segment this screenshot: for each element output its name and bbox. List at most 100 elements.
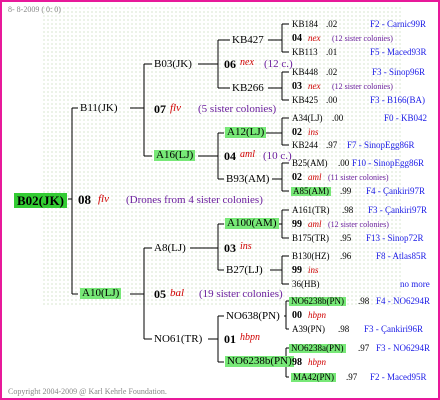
g4-r5-year: 03	[292, 81, 302, 92]
root-year: 08	[78, 192, 91, 207]
g4-r8-race: ins	[308, 127, 319, 137]
g4-r7-code: F0 - KB042	[384, 113, 428, 123]
g4-r1-code: F2 - Carnic99R	[370, 19, 426, 29]
g4-r18-extra: no more	[400, 279, 430, 289]
pedigree-panel: 8- 8-2009 ( 0: 0) B02(JK) 08 flv (Drones…	[0, 0, 440, 400]
mother-queen[interactable]: A10(LJ)	[80, 288, 122, 299]
g4-r2-note: (12 sister colonies)	[332, 34, 393, 43]
root-note: (Drones from 4 sister colonies)	[126, 194, 263, 206]
father-queen[interactable]: B11(JK)	[80, 103, 117, 114]
g4-r20-race: hbpn	[308, 310, 326, 320]
mm-queen[interactable]: NO61(TR)	[154, 334, 202, 345]
fm-queen[interactable]: A16(LJ)	[154, 150, 196, 161]
g4-r22-score: .97	[358, 343, 370, 353]
g4-r13-score: .98	[342, 205, 354, 215]
g4-r14-race: aml	[308, 219, 322, 229]
mf-queen[interactable]: A8(LJ)	[154, 243, 186, 254]
g4-r12-score: .99	[340, 186, 352, 196]
g4-r11-note: (11 sister colonies)	[328, 173, 389, 182]
g4-r23-year: 98	[292, 357, 302, 368]
g4-r16-code: F8 - Atlas85R	[376, 251, 427, 261]
g4-r12-code: F4 - Çankiri97R	[366, 186, 426, 196]
date-stamp: 8- 8-2009 ( 0: 0)	[8, 5, 61, 14]
mf-year: 03	[224, 241, 236, 255]
g4-r9-id[interactable]: KB244	[292, 141, 318, 150]
g4-r19-code: F4 - NO6294R	[376, 296, 431, 306]
g4-r4-code: F3 - Sinop96R	[372, 67, 426, 77]
fff-queen[interactable]: KB427	[232, 35, 264, 46]
g4-r10-code: F10 - SinopEgg86R	[352, 158, 425, 168]
g4-r18-id[interactable]: 36(HB)	[292, 280, 320, 289]
ff-year: 06	[224, 57, 236, 71]
g4-r19-score: .98	[358, 296, 370, 306]
g4-r3-id[interactable]: KB113	[292, 48, 318, 57]
mm-race: hbpn	[240, 332, 260, 343]
g4-r15-id[interactable]: B175(TR)	[292, 234, 329, 243]
g4-r6-code: F3 - B166(BA)	[370, 95, 426, 105]
root-race: flv	[98, 193, 109, 205]
mmm-queen[interactable]: NO6238b(PN)	[225, 356, 294, 367]
g4-r22-code: F3 - NO6294R	[376, 343, 431, 353]
g4-r16-score: .96	[340, 251, 352, 261]
g4-r3-code: F5 - Maced93R	[370, 47, 427, 57]
g4-r10-score: .00	[338, 158, 350, 168]
g4-r1-score: .02	[326, 19, 338, 29]
g4-r24-score: .97	[346, 372, 358, 382]
mother-note: (19 sister colonies)	[199, 288, 283, 300]
father-year: 07	[154, 102, 166, 116]
mff-queen[interactable]: A100(AM)	[225, 218, 279, 229]
mother-race: bal	[170, 287, 185, 299]
g4-r2-year: 04	[292, 33, 302, 44]
g4-r6-score: .00	[326, 95, 338, 105]
ff-note: (12 c.)	[264, 58, 293, 70]
fmm-queen[interactable]: B93(AM)	[226, 174, 269, 185]
g4-r9-score: .97	[326, 140, 338, 150]
g4-r14-note: (12 sister colonies)	[328, 220, 389, 229]
copyright-footer: Copyright 2004-2009 @ Karl Kehrle Founda…	[8, 387, 167, 396]
ffm-queen[interactable]: KB266	[232, 83, 264, 94]
g4-r1-id[interactable]: KB184	[292, 20, 318, 29]
g4-r21-score: .98	[338, 324, 350, 334]
g4-r5-race: nex	[308, 81, 321, 91]
g4-r17-race: ins	[308, 265, 319, 275]
g4-r7-id[interactable]: A34(LJ)	[292, 114, 323, 123]
g4-r21-id[interactable]: A39(PN)	[292, 325, 325, 334]
mother-year: 05	[154, 287, 166, 301]
fm-year: 04	[224, 149, 236, 163]
ff-race: nex	[240, 57, 254, 68]
g4-r24-id[interactable]: MA42(PN)	[291, 373, 337, 382]
g4-r13-id[interactable]: A161(TR)	[292, 206, 330, 215]
g4-r13-code: F3 - Çankiri97R	[368, 205, 428, 215]
father-note: (5 sister colonies)	[198, 103, 277, 115]
mmf-queen[interactable]: NO638(PN)	[226, 311, 280, 322]
fmf-queen[interactable]: A12(LJ)	[225, 127, 267, 138]
fm-race: aml	[240, 149, 255, 160]
g4-r19-id[interactable]: NO6238b(PN)	[289, 297, 346, 306]
g4-r22-id[interactable]: NO6238a(PN)	[289, 344, 346, 353]
fm-note: (10 c.)	[263, 150, 292, 162]
g4-r15-score: .95	[340, 233, 352, 243]
g4-r4-id[interactable]: KB448	[292, 68, 318, 77]
g4-r17-year: 99	[292, 265, 302, 276]
g4-r5-note: (12 sister colonies)	[332, 82, 393, 91]
g4-r24-code: F2 - Maced95R	[370, 372, 427, 382]
g4-r8-year: 02	[292, 127, 302, 138]
mm-year: 01	[224, 332, 236, 346]
g4-r14-year: 99	[292, 219, 302, 230]
g4-r3-score: .01	[326, 47, 338, 57]
mf-race: ins	[240, 241, 252, 252]
g4-r21-code: F3 - Çankiri96R	[364, 324, 424, 334]
g4-r16-id[interactable]: B130(HZ)	[292, 252, 330, 261]
g4-r9-code: F7 - SinopEgg86R	[347, 140, 415, 150]
mfm-queen[interactable]: B27(LJ)	[226, 265, 263, 276]
g4-r10-id[interactable]: B25(AM)	[292, 159, 328, 168]
ff-queen[interactable]: B03(JK)	[154, 59, 192, 70]
g4-r2-race: nex	[308, 33, 321, 43]
g4-r12-id[interactable]: A85(AM)	[291, 187, 331, 196]
root-queen[interactable]: B02(JK)	[14, 193, 67, 208]
g4-r4-score: .02	[326, 67, 338, 77]
g4-r7-score: .00	[332, 113, 344, 123]
father-race: flv	[170, 102, 181, 114]
g4-r23-race: hbpn	[308, 357, 326, 367]
g4-r6-id[interactable]: KB425	[292, 96, 318, 105]
